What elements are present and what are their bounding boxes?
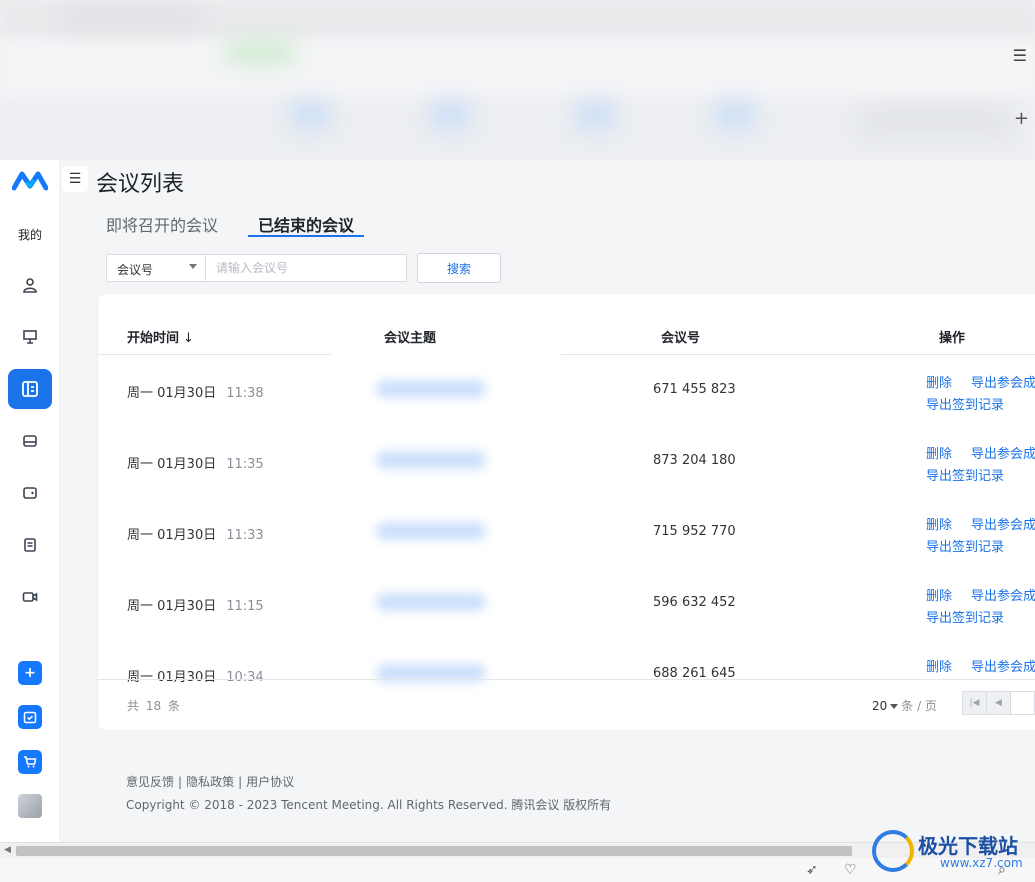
page-title: 会议列表 <box>96 172 185 197</box>
table-row-start-time: 周一 01月30日 11:15 <box>127 595 264 614</box>
wallet-icon[interactable] <box>15 478 45 508</box>
user-agreement-link[interactable]: 用户协议 <box>246 775 294 789</box>
total-suffix: 条 <box>167 699 180 713</box>
device-icon[interactable] <box>15 426 45 456</box>
chevron-down-icon <box>189 264 197 269</box>
add-icon[interactable]: + <box>18 661 42 685</box>
tab-ended-meetings[interactable]: 已结束的会议 <box>258 212 354 236</box>
page-size-value: 20 <box>872 699 888 713</box>
meeting-list-icon[interactable] <box>8 369 52 409</box>
table-row-start-time: 周一 01月30日 10:34 <box>127 666 264 685</box>
footer-links: 意见反馈 | 隐私政策 | 用户协议 <box>126 773 294 790</box>
user-icon[interactable] <box>15 270 45 300</box>
privacy-link[interactable]: 隐私政策 <box>186 775 234 789</box>
delete-link[interactable]: 删除 <box>926 514 952 533</box>
calendar-check-icon[interactable] <box>18 705 42 729</box>
watermark: 极光下载站 www.xz7.com <box>872 828 1032 878</box>
column-header-actions: 操作 <box>939 331 966 346</box>
row-time: 11:35 <box>226 457 264 472</box>
tencent-meeting-logo[interactable] <box>12 170 48 192</box>
row-time: 11:15 <box>226 599 264 614</box>
row-date: 周一 01月30日 <box>127 670 217 685</box>
watermark-name: 极光下载站 <box>918 834 1018 858</box>
row-date: 周一 01月30日 <box>127 528 217 543</box>
column-header-start-time[interactable]: 开始时间 ↓ <box>127 327 194 346</box>
table-footer-divider <box>97 679 1035 680</box>
copyright-text: Copyright © 2018 - 2023 Tencent Meeting.… <box>126 798 612 812</box>
page-size-unit: 条 / 页 <box>901 699 937 713</box>
row-date: 周一 01月30日 <box>127 599 217 614</box>
table-row-start-time: 周一 01月30日 11:35 <box>127 453 264 472</box>
column-header-topic: 会议主题 <box>384 331 437 346</box>
row-meeting-number: 596 632 452 <box>653 595 736 610</box>
delete-link[interactable]: 删除 <box>926 656 952 675</box>
column-header-meeting-number: 会议号 <box>661 331 701 346</box>
export-checkin-link[interactable]: 导出签到记录 <box>926 465 1004 484</box>
row-date: 周一 01月30日 <box>127 457 217 472</box>
search-type-select[interactable]: 会议号 <box>106 254 206 282</box>
sidebar-item-my[interactable]: 我的 <box>0 226 60 243</box>
link-separator: | <box>178 775 183 789</box>
row-time: 10:34 <box>226 670 264 685</box>
document-icon[interactable] <box>15 530 45 560</box>
row-meeting-number: 873 204 180 <box>653 453 736 468</box>
export-attendance-link[interactable]: 导出参会成 <box>971 656 1035 675</box>
feedback-link[interactable]: 意见反馈 <box>126 775 174 789</box>
meeting-room-icon[interactable] <box>15 322 45 352</box>
scroll-left-icon[interactable]: ◀ <box>4 845 11 855</box>
sidebar: 我的 + <box>0 160 60 842</box>
tab-upcoming-meetings[interactable]: 即将召开的会议 <box>106 212 218 236</box>
cart-icon[interactable] <box>18 750 42 774</box>
column-header-label: 开始时间 <box>127 331 180 346</box>
row-meeting-number: 715 952 770 <box>653 524 736 539</box>
menu-icon[interactable]: ☰ <box>1013 46 1027 65</box>
watermark-logo-icon <box>872 830 914 872</box>
export-attendance-link[interactable]: 导出参会成 <box>971 514 1035 533</box>
page-size-select[interactable]: 20 条 / 页 <box>872 697 937 714</box>
watermark-url: www.xz7.com <box>940 856 1023 870</box>
row-time: 11:38 <box>226 386 264 401</box>
plus-icon[interactable]: + <box>1014 108 1029 129</box>
total-prefix: 共 <box>127 699 140 713</box>
avatar[interactable] <box>18 794 42 818</box>
topic-column-redacted <box>331 345 561 688</box>
collapse-sidebar-icon[interactable]: ☰ <box>62 166 88 192</box>
row-time: 11:33 <box>226 528 264 543</box>
scrollbar-thumb[interactable] <box>16 846 852 856</box>
export-attendance-link[interactable]: 导出参会成 <box>971 372 1035 391</box>
total-count: 共 18 条 <box>127 697 180 714</box>
table-row-start-time: 周一 01月30日 11:33 <box>127 524 264 543</box>
first-page-icon[interactable]: |◀ <box>963 692 987 714</box>
meeting-number-input[interactable] <box>206 254 407 282</box>
heart-icon[interactable]: ♡ <box>844 862 857 878</box>
chevron-down-icon <box>890 704 899 709</box>
export-checkin-link[interactable]: 导出签到记录 <box>926 607 1004 626</box>
video-icon[interactable] <box>15 582 45 612</box>
browser-chrome: ☰ + <box>0 0 1035 160</box>
row-date: 周一 01月30日 <box>127 386 217 401</box>
export-checkin-link[interactable]: 导出签到记录 <box>926 394 1004 413</box>
search-type-value: 会议号 <box>117 263 154 277</box>
link-separator: | <box>238 775 243 789</box>
export-attendance-link[interactable]: 导出参会成 <box>971 443 1035 462</box>
tab-active-indicator <box>248 235 364 237</box>
rocket-icon[interactable]: ➶ <box>806 862 818 878</box>
row-meeting-number: 671 455 823 <box>653 382 736 397</box>
export-attendance-link[interactable]: 导出参会成 <box>971 585 1035 604</box>
delete-link[interactable]: 删除 <box>926 443 952 462</box>
table-row-start-time: 周一 01月30日 11:38 <box>127 382 264 401</box>
search-button[interactable]: 搜索 <box>417 253 501 283</box>
delete-link[interactable]: 删除 <box>926 585 952 604</box>
sort-arrow-icon[interactable]: ↓ <box>183 331 194 346</box>
delete-link[interactable]: 删除 <box>926 372 952 391</box>
prev-page-icon[interactable]: ◀ <box>987 692 1011 714</box>
export-checkin-link[interactable]: 导出签到记录 <box>926 536 1004 555</box>
pagination-controls: |◀ ◀ <box>962 691 1035 715</box>
total-value: 18 <box>145 699 162 713</box>
table-header-divider <box>97 354 1035 355</box>
